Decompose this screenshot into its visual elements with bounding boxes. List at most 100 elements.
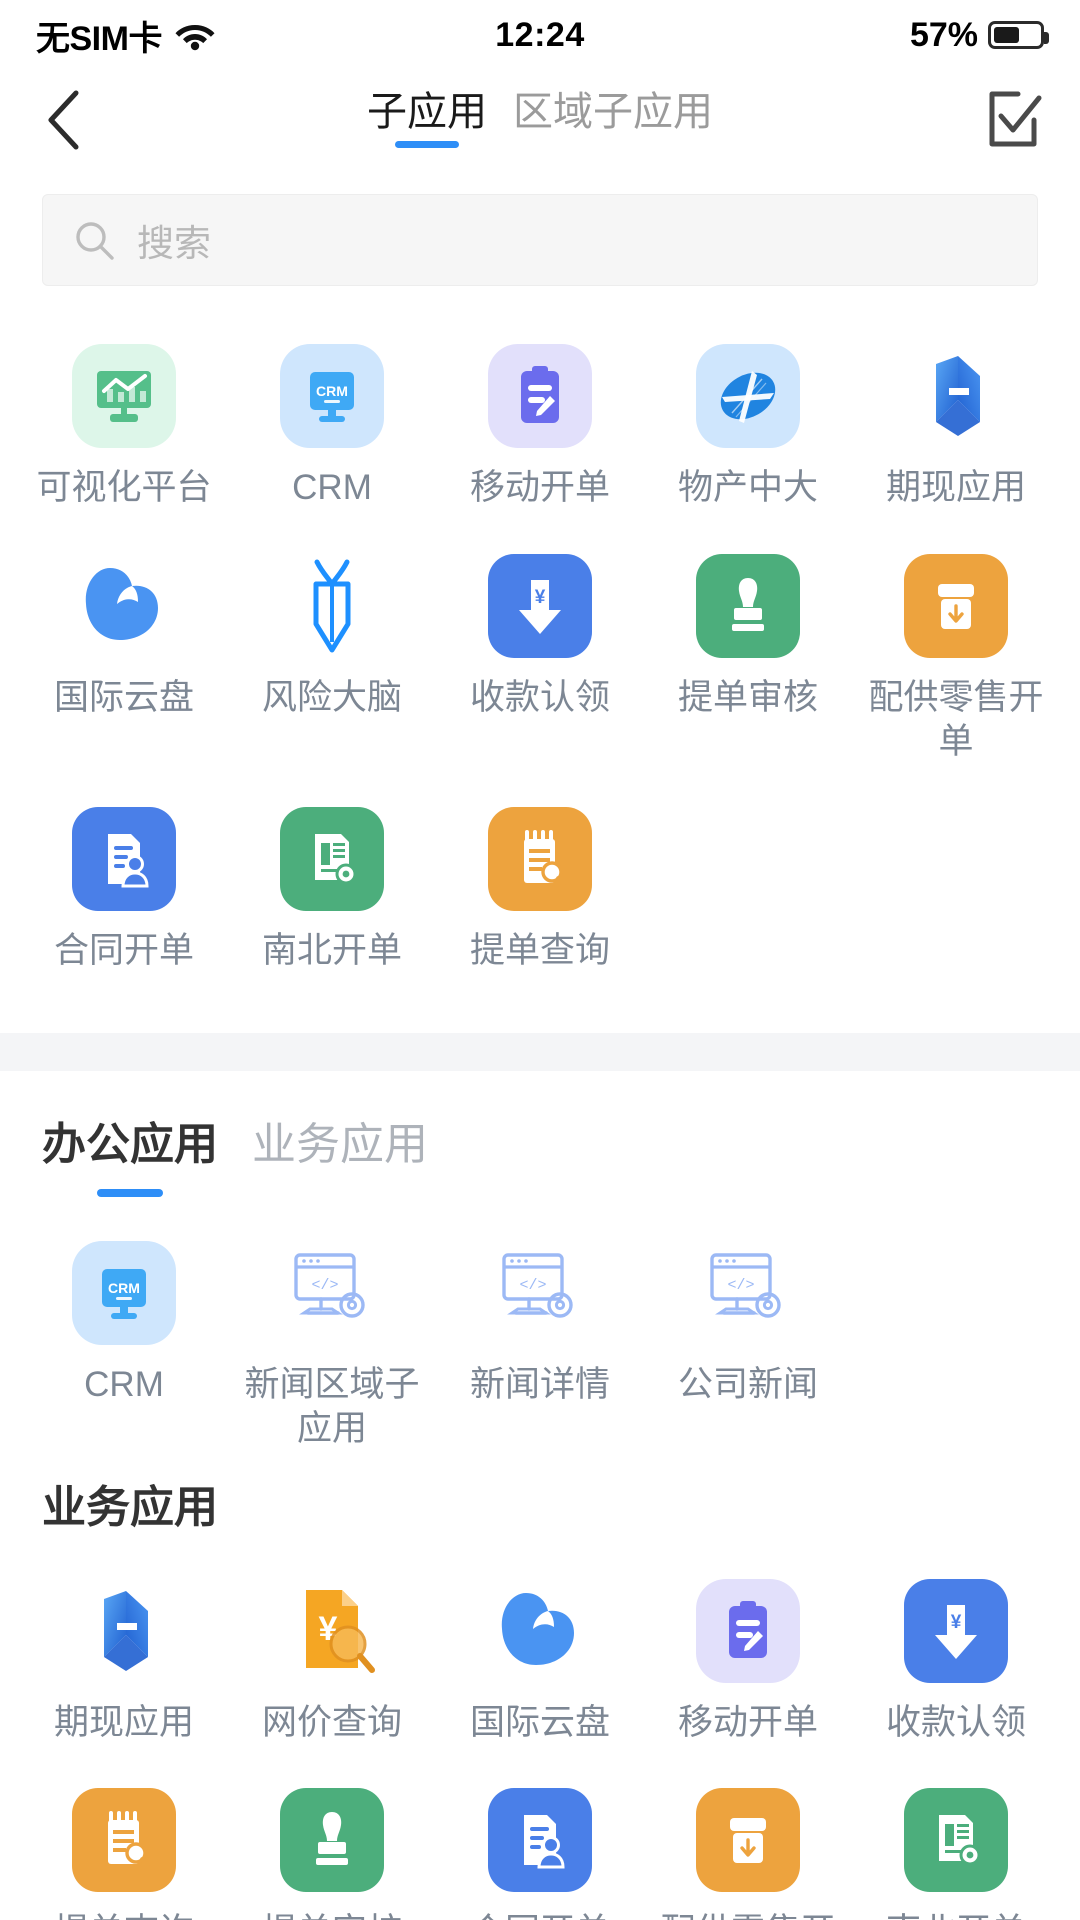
battery-icon xyxy=(988,21,1049,49)
app-label: 移动开单 xyxy=(469,468,610,507)
app-item-retail-supply-billing-business[interactable]: 配供零售开单 xyxy=(644,1744,852,1920)
svg-text:</>: </> xyxy=(311,1277,338,1294)
chevron-left-icon xyxy=(44,89,84,151)
futures-spot-icon xyxy=(904,344,1008,448)
checkbox-check-icon xyxy=(984,88,1044,152)
search-input[interactable]: 搜索 xyxy=(42,194,1038,286)
business-app-grid: 期现应用 ¥ 网价查询 国际云盘 移动开单 ¥ 收款认领 xyxy=(0,1535,1080,1920)
north-south-billing-icon xyxy=(280,807,384,912)
mobile-billing-icon xyxy=(488,344,592,448)
app-label: 合同开单 xyxy=(445,1910,635,1920)
visual-platform-icon xyxy=(72,344,176,448)
nav-tab-sub-apps[interactable]: 子应用 xyxy=(367,92,487,148)
nav-tab-group: 子应用 区域子应用 xyxy=(0,92,1080,148)
mobile-billing-icon xyxy=(696,1578,800,1683)
app-item-payment-claim-business[interactable]: ¥ 收款认领 xyxy=(852,1535,1060,1745)
battery-percent-label: 57% xyxy=(909,15,978,54)
app-label: 期现应用 xyxy=(885,468,1026,507)
cloud-drive-icon xyxy=(488,1579,592,1683)
payment-claim-icon: ¥ xyxy=(904,1578,1008,1683)
app-item-contract-billing[interactable]: 合同开单 xyxy=(20,763,228,973)
office-app-grid: CRM CRM </> 新闻区域子应用 </> 新闻详情 </> 公司新闻 xyxy=(0,1197,1080,1451)
app-item-contract-billing-business[interactable]: 合同开单 xyxy=(436,1744,644,1920)
app-label: 移动开单 xyxy=(677,1702,818,1742)
bill-audit-stamp-icon xyxy=(696,553,800,658)
app-label: 提单审核 xyxy=(237,1910,427,1920)
code-browser-icon: </> xyxy=(488,1241,592,1345)
app-item-news-regional-sub-app[interactable]: </> 新闻区域子应用 xyxy=(228,1197,436,1451)
svg-text:</>: </> xyxy=(519,1277,546,1294)
app-label: 提单审核 xyxy=(677,677,818,717)
app-label: 收款认领 xyxy=(885,1702,1026,1742)
payment-claim-icon: ¥ xyxy=(488,553,592,658)
sub-app-grid: 可视化平台 CRM CRM 移动开单 物产中大 期现应用 国际云盘 风险大脑 ¥… xyxy=(0,286,1080,1003)
status-right: 57% xyxy=(909,15,1049,55)
app-label: 南北开单 xyxy=(861,1910,1051,1920)
app-item-north-south-billing-business[interactable]: 南北开单 xyxy=(852,1744,1060,1920)
app-item-mobile-billing-business[interactable]: 移动开单 xyxy=(644,1535,852,1745)
app-label: CRM xyxy=(292,468,372,507)
section-tab-business-apps[interactable]: 业务应用 xyxy=(252,1123,428,1197)
svg-text:CRM: CRM xyxy=(316,383,348,399)
app-label: 期现应用 xyxy=(53,1702,194,1742)
back-button[interactable] xyxy=(34,90,94,150)
app-item-retail-supply-billing[interactable]: 配供零售开单 xyxy=(852,510,1060,764)
retail-supply-billing-icon xyxy=(904,553,1008,658)
app-label: 收款认领 xyxy=(469,677,610,717)
app-item-company-news[interactable]: </> 公司新闻 xyxy=(644,1197,852,1451)
nav-tab-regional-sub-apps[interactable]: 区域子应用 xyxy=(513,92,713,148)
app-label: 物产中大 xyxy=(677,468,818,507)
price-query-icon: ¥ xyxy=(280,1579,384,1683)
app-label: 公司新闻 xyxy=(677,1365,818,1404)
contract-billing-icon xyxy=(72,807,176,912)
app-item-bill-audit-business[interactable]: 提单审核 xyxy=(228,1744,436,1920)
section-tab-office-apps[interactable]: 办公应用 xyxy=(42,1123,218,1197)
grid-spacer xyxy=(852,1197,1060,1451)
app-item-bill-query-business[interactable]: 提单查询 xyxy=(20,1744,228,1920)
app-label: 提单查询 xyxy=(469,931,610,971)
app-label: 新闻区域子应用 xyxy=(244,1365,420,1448)
app-item-risk-brain[interactable]: 风险大脑 xyxy=(228,510,436,764)
risk-brain-icon xyxy=(280,554,384,658)
section-tab-group: 办公应用 业务应用 xyxy=(0,1071,1080,1197)
contract-billing-icon xyxy=(488,1788,592,1893)
code-browser-icon: </> xyxy=(696,1241,800,1345)
bill-query-icon xyxy=(488,807,592,912)
business-section-title: 业务应用 xyxy=(42,1482,218,1532)
svg-text:¥: ¥ xyxy=(951,1612,962,1633)
app-label: 配供零售开单 xyxy=(653,1910,843,1920)
crm-monitor-icon: CRM xyxy=(280,344,384,448)
app-label: 配供零售开单 xyxy=(868,677,1044,761)
north-south-billing-icon xyxy=(904,1788,1008,1893)
app-item-mobile-billing[interactable]: 移动开单 xyxy=(436,300,644,510)
app-item-futures-spot[interactable]: 期现应用 xyxy=(852,300,1060,510)
navigation-bar: 子应用 区域子应用 xyxy=(0,70,1080,170)
app-item-visual-platform[interactable]: 可视化平台 xyxy=(20,300,228,510)
app-item-crm[interactable]: CRM CRM xyxy=(228,300,436,510)
crm-monitor-icon: CRM xyxy=(72,1241,176,1345)
app-item-cloud-drive-business[interactable]: 国际云盘 xyxy=(436,1535,644,1745)
bill-audit-stamp-icon xyxy=(280,1788,384,1893)
svg-text:¥: ¥ xyxy=(535,587,546,608)
cloud-drive-icon xyxy=(72,554,176,658)
app-item-bill-audit[interactable]: 提单审核 xyxy=(644,510,852,764)
app-item-north-south-billing[interactable]: 南北开单 xyxy=(228,763,436,973)
grid-spacer xyxy=(644,763,852,973)
app-label: 网价查询 xyxy=(261,1702,402,1742)
retail-supply-billing-icon xyxy=(696,1788,800,1893)
manage-apps-button[interactable] xyxy=(982,88,1046,152)
app-item-crm-office[interactable]: CRM CRM xyxy=(20,1197,228,1451)
svg-text:CRM: CRM xyxy=(108,1280,140,1296)
app-item-futures-spot-business[interactable]: 期现应用 xyxy=(20,1535,228,1745)
search-placeholder: 搜索 xyxy=(137,223,211,264)
app-item-payment-claim[interactable]: ¥ 收款认领 xyxy=(436,510,644,764)
app-item-price-query[interactable]: ¥ 网价查询 xyxy=(228,1535,436,1745)
app-label: 国际云盘 xyxy=(53,677,194,717)
app-item-news-detail[interactable]: </> 新闻详情 xyxy=(436,1197,644,1451)
app-label: 南北开单 xyxy=(261,931,402,971)
app-item-wuchan-zhongda[interactable]: 物产中大 xyxy=(644,300,852,510)
app-item-bill-query[interactable]: 提单查询 xyxy=(436,763,644,973)
app-item-cloud-drive[interactable]: 国际云盘 xyxy=(20,510,228,764)
svg-text:</>: </> xyxy=(727,1277,754,1294)
search-icon xyxy=(73,219,115,261)
